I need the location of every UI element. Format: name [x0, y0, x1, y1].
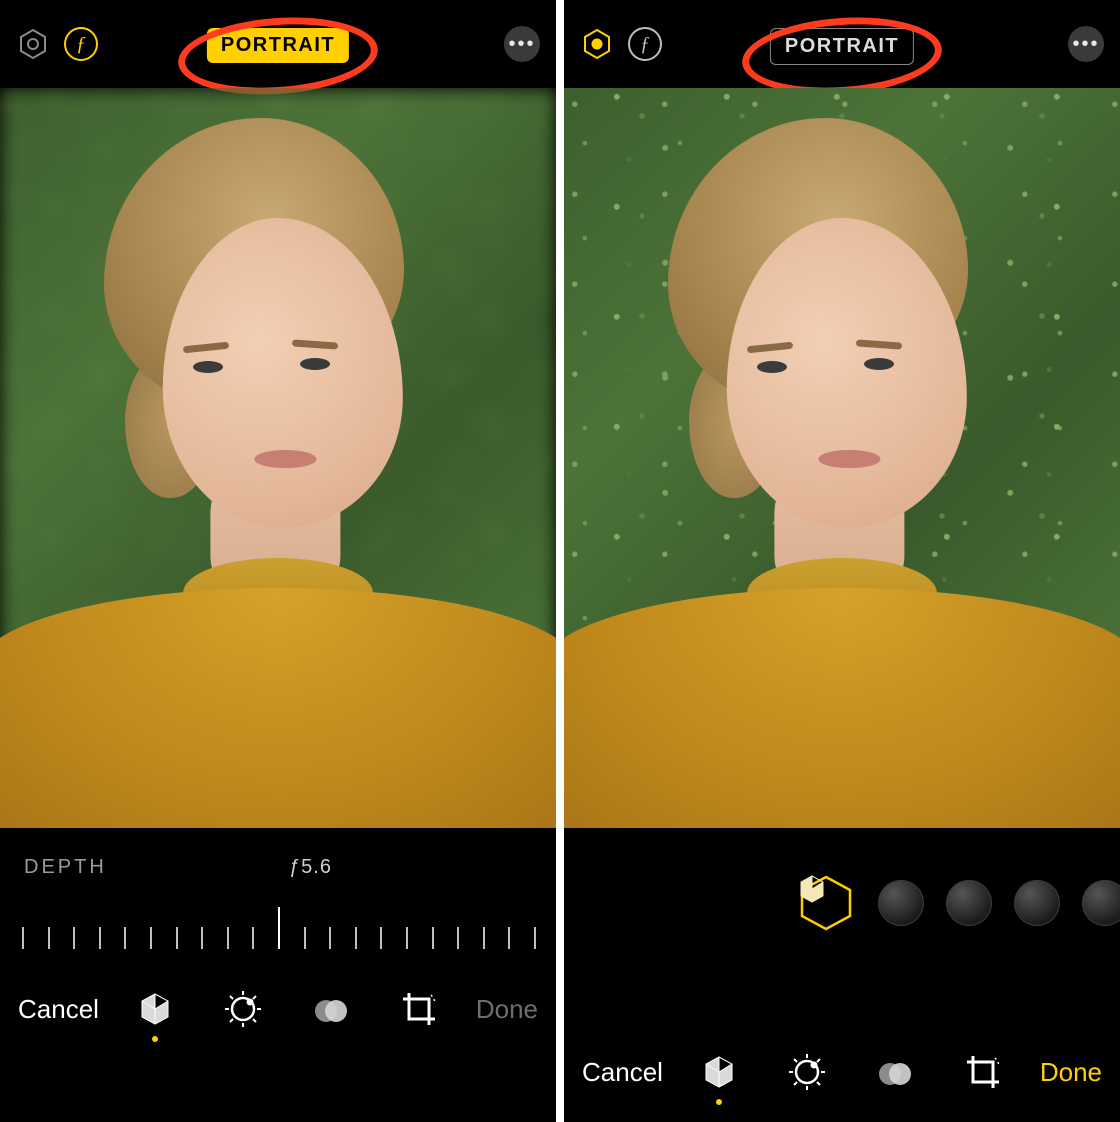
adjust-dial-icon[interactable]	[222, 988, 264, 1030]
crop-icon[interactable]	[398, 988, 440, 1030]
slider-tick	[380, 927, 382, 949]
photo-preview[interactable]	[564, 88, 1120, 828]
done-button[interactable]: Done	[1040, 1057, 1102, 1088]
slider-tick	[252, 927, 254, 949]
slider-tick	[99, 927, 101, 949]
slider-tick	[227, 927, 229, 949]
top-bar: ƒ PORTRAIT •••	[564, 0, 1120, 88]
more-button[interactable]: •••	[504, 26, 540, 62]
photo-preview[interactable]	[0, 88, 556, 828]
lighting-option[interactable]	[1082, 880, 1120, 926]
slider-tick	[329, 927, 331, 949]
depth-readout: DEPTH ƒ5.6	[0, 828, 556, 887]
filters-icon[interactable]	[310, 988, 352, 1030]
slider-tick	[534, 927, 536, 949]
depth-label: DEPTH	[24, 856, 107, 879]
lighting-picker[interactable]	[564, 848, 1120, 958]
lighting-option[interactable]	[878, 880, 924, 926]
bottom-toolbar: Cancel	[0, 959, 556, 1059]
slider-tick	[355, 927, 357, 949]
lighting-option[interactable]	[1014, 880, 1060, 926]
slider-tick	[22, 927, 24, 949]
portrait-mode-badge[interactable]: PORTRAIT	[770, 28, 914, 65]
slider-tick	[483, 927, 485, 949]
selected-dot	[152, 1036, 158, 1042]
portrait-cube-icon[interactable]	[134, 988, 176, 1030]
slider-tick	[457, 927, 459, 949]
slider-tick	[508, 927, 510, 949]
slider-tick	[432, 927, 434, 949]
depth-slider[interactable]	[22, 899, 534, 959]
cancel-button[interactable]: Cancel	[18, 994, 99, 1025]
portrait-mode-badge[interactable]: PORTRAIT	[207, 28, 349, 63]
lighting-option-selected[interactable]	[796, 873, 856, 933]
phone-right: ƒ PORTRAIT •••	[564, 0, 1120, 1122]
aperture-f-icon[interactable]: ƒ	[628, 27, 662, 61]
slider-tick	[176, 927, 178, 949]
cancel-button[interactable]: Cancel	[582, 1057, 663, 1088]
done-button[interactable]: Done	[476, 994, 538, 1025]
depth-value: ƒ5.6	[289, 856, 332, 879]
aperture-f-icon[interactable]: ƒ	[64, 27, 98, 61]
slider-tick	[73, 927, 75, 949]
filters-icon[interactable]	[874, 1051, 916, 1093]
slider-tick	[278, 907, 280, 949]
slider-tick	[201, 927, 203, 949]
slider-tick	[48, 927, 50, 949]
slider-tick	[124, 927, 126, 949]
lighting-option[interactable]	[946, 880, 992, 926]
slider-tick	[304, 927, 306, 949]
slider-tick	[406, 927, 408, 949]
more-button[interactable]: •••	[1068, 26, 1104, 62]
hexagon-lighting-icon[interactable]	[16, 27, 50, 61]
top-bar: ƒ PORTRAIT •••	[0, 0, 556, 88]
crop-icon[interactable]	[962, 1051, 1004, 1093]
phone-left: ƒ PORTRAIT ••• DEPTH ƒ5.6 Cancel	[0, 0, 556, 1122]
portrait-cube-icon[interactable]	[698, 1051, 740, 1093]
bottom-toolbar: Cancel	[564, 1022, 1120, 1122]
slider-tick	[150, 927, 152, 949]
adjust-dial-icon[interactable]	[786, 1051, 828, 1093]
hexagon-lighting-icon[interactable]	[580, 27, 614, 61]
selected-dot	[716, 1099, 722, 1105]
